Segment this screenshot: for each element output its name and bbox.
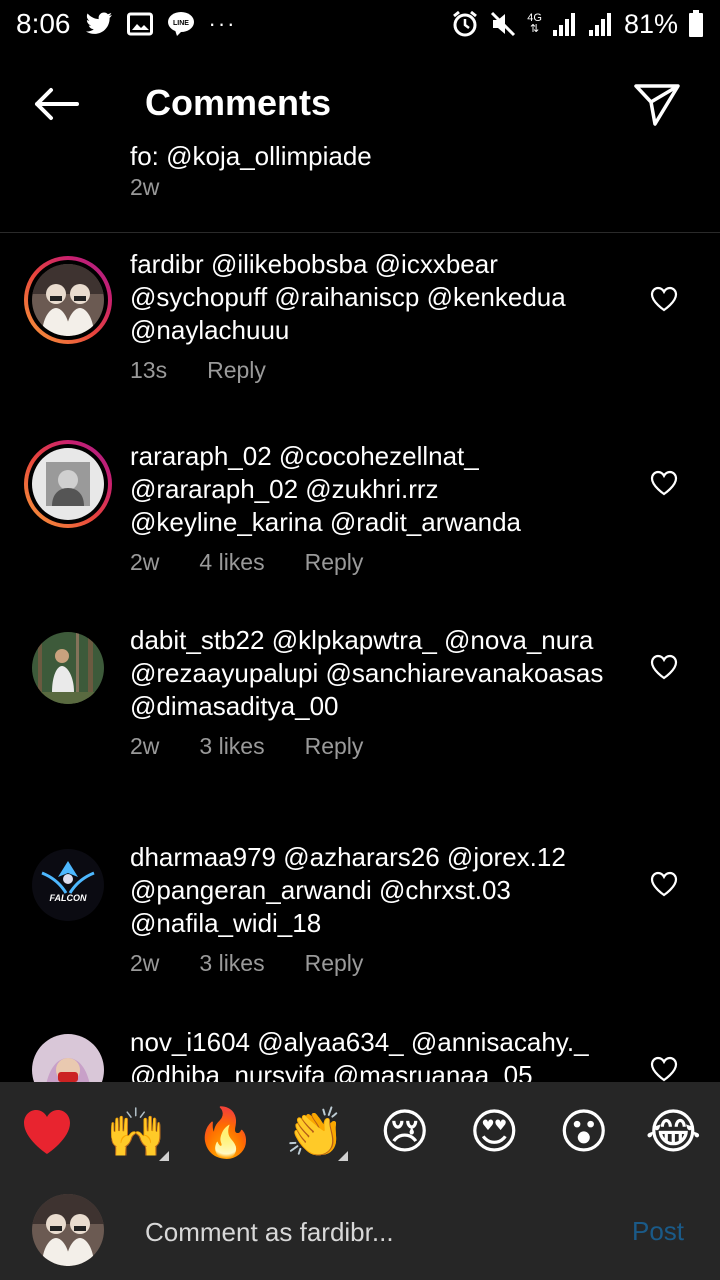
battery-percent: 81% <box>623 8 678 39</box>
comment-input[interactable] <box>145 1212 605 1252</box>
comment-username[interactable]: dabit_stb22 <box>130 625 264 655</box>
comment-time: 13s <box>130 357 168 383</box>
svg-text:LINE: LINE <box>173 20 189 27</box>
emoji-surprised-face[interactable]: 😮 <box>549 1097 619 1167</box>
page-title: Comments <box>145 82 332 123</box>
comment-meta: 2w 3 likes Reply <box>130 733 610 760</box>
avatar[interactable] <box>32 1034 104 1082</box>
emoji-fire[interactable]: 🔥 <box>191 1097 261 1167</box>
back-button[interactable] <box>30 80 82 128</box>
network-4g-icon: 4G ⇅ <box>527 12 542 35</box>
gallery-icon <box>126 12 153 36</box>
emoji-raised-hands[interactable]: 🙌 <box>101 1097 171 1167</box>
skin-tone-indicator <box>338 1151 349 1161</box>
heart-icon <box>650 871 678 897</box>
avatar[interactable] <box>24 256 112 344</box>
current-user-avatar <box>32 1194 104 1266</box>
previous-comment-partial: fo: @koja_ollimpiade 2w <box>130 146 630 200</box>
reply-button[interactable]: Reply <box>305 733 364 760</box>
comments-list[interactable]: fo: @koja_ollimpiade 2w fardibr @ilikebo… <box>0 146 720 1082</box>
comment-username[interactable]: dharmaa979 <box>130 842 276 872</box>
comment-meta: 13s Reply <box>130 357 610 384</box>
emoji-crying-face[interactable]: 😢 <box>370 1097 440 1167</box>
comment-likes[interactable]: 4 likes <box>199 549 264 576</box>
comment-composer: Post <box>0 1182 720 1280</box>
comment-likes[interactable]: 3 likes <box>199 733 264 760</box>
status-bar: 8:06 LINE ··· 4G ⇅ 81% <box>0 0 720 48</box>
comment-body: dharmaa979 @azharars26 @jorex.12 @panger… <box>130 841 610 977</box>
comment-username[interactable]: rararaph_02 <box>130 441 272 471</box>
red-heart-emoji <box>23 1110 70 1154</box>
emoji-tears-of-joy[interactable]: 😂 <box>638 1097 708 1167</box>
comment-meta: 2w 3 likes Reply <box>130 950 610 977</box>
quick-emoji-bar: 🙌 🔥 👏 😢 😍 😮 😂 <box>0 1082 720 1182</box>
previous-comment-text: fo: @koja_ollimpiade <box>130 146 372 171</box>
like-button[interactable] <box>650 1056 678 1082</box>
emoji-red-heart[interactable] <box>12 1097 82 1167</box>
post-button[interactable]: Post <box>632 1216 684 1247</box>
reply-button[interactable]: Reply <box>305 549 364 576</box>
avatar[interactable] <box>32 632 104 704</box>
comment-time: 2w <box>130 549 160 575</box>
like-button[interactable] <box>650 286 678 312</box>
skin-tone-indicator <box>159 1151 170 1161</box>
avatar[interactable] <box>24 440 112 528</box>
caption-divider <box>0 232 720 233</box>
heart-icon <box>650 654 678 680</box>
heart-icon <box>650 286 678 312</box>
comment-time: 2w <box>130 733 160 759</box>
line-app-icon: LINE <box>167 11 195 37</box>
like-button[interactable] <box>650 871 678 897</box>
emoji-clapping-hands[interactable]: 👏 <box>280 1097 350 1167</box>
emoji-heart-eyes[interactable]: 😍 <box>459 1097 529 1167</box>
svg-text:FALCON: FALCON <box>50 893 87 903</box>
comments-header: Comments <box>0 62 720 146</box>
comment-username[interactable]: nov_i1604 <box>130 1027 250 1057</box>
comment-body: rararaph_02 @cocohezellnat_ @rararaph_02… <box>130 440 610 576</box>
alarm-icon <box>451 10 479 38</box>
heart-icon <box>650 1056 678 1082</box>
twitter-icon <box>85 12 113 36</box>
mute-icon <box>489 10 517 38</box>
reply-button[interactable]: Reply <box>305 950 364 977</box>
paper-plane-icon <box>634 84 680 126</box>
comment-likes[interactable]: 3 likes <box>199 950 264 977</box>
more-notifications-icon: ··· <box>208 11 237 36</box>
comment-meta: 2w 4 likes Reply <box>130 549 610 576</box>
avatar[interactable]: FALCON <box>32 849 104 921</box>
comment-body: dabit_stb22 @klpkapwtra_ @nova_nura @rez… <box>130 624 610 760</box>
back-arrow-icon <box>35 88 79 120</box>
battery-icon <box>688 10 704 38</box>
like-button[interactable] <box>650 470 678 496</box>
comment-username[interactable]: fardibr <box>130 249 204 279</box>
status-time: 8:06 <box>16 8 71 39</box>
comment-time: 2w <box>130 950 160 976</box>
share-button[interactable] <box>632 80 682 130</box>
heart-icon <box>650 470 678 496</box>
comment-body: nov_i1604 @alyaa634_ @annisacahy._ @dhib… <box>130 1026 610 1082</box>
previous-comment-time: 2w <box>130 174 160 200</box>
signal-icon-2 <box>588 12 614 36</box>
like-button[interactable] <box>650 654 678 680</box>
signal-icon-1 <box>552 12 578 36</box>
comment-body: fardibr @ilikebobsba @icxxbear @sychopuf… <box>130 248 610 384</box>
reply-button[interactable]: Reply <box>207 357 266 384</box>
